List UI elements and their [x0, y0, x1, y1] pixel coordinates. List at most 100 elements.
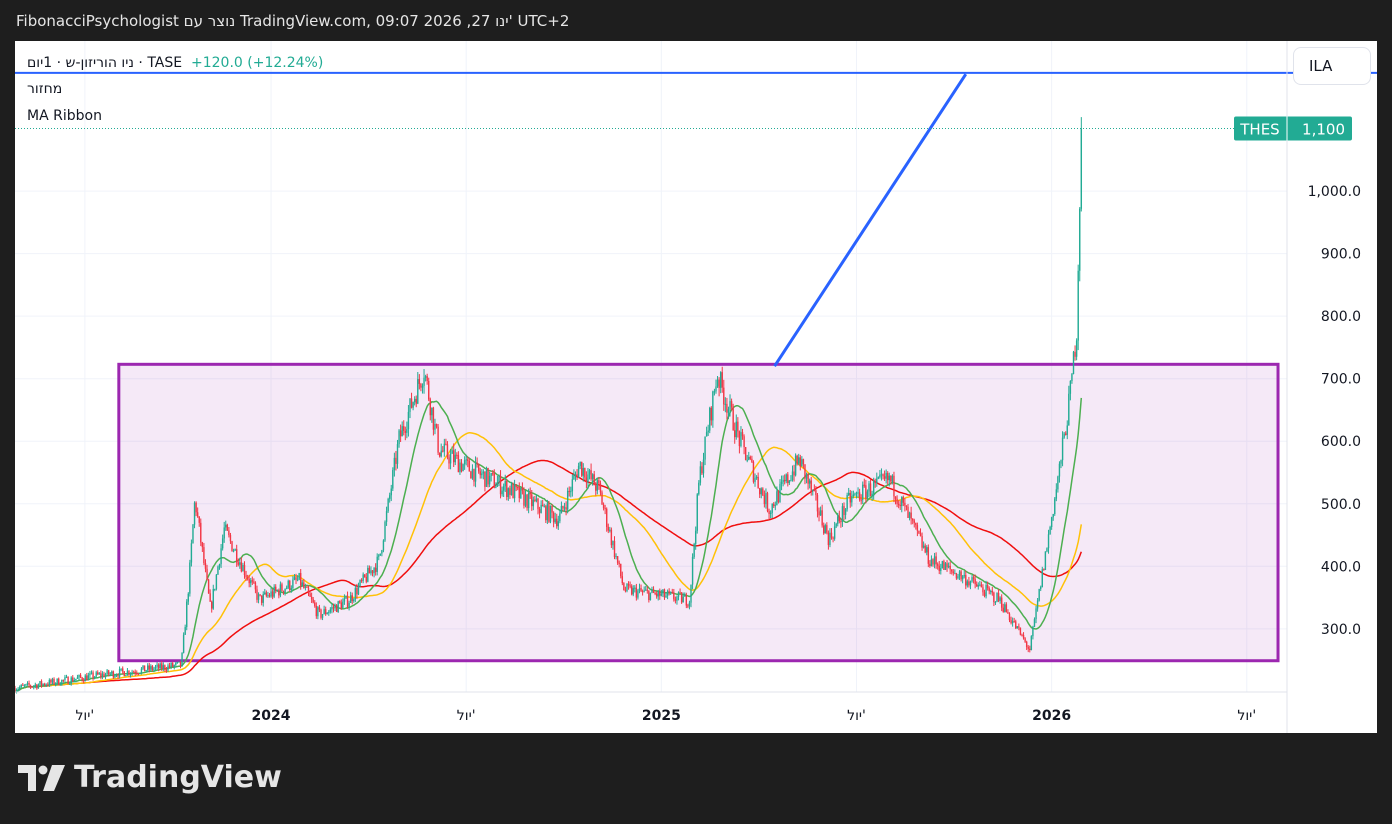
candle-body — [493, 473, 495, 488]
candle-body — [805, 474, 808, 479]
price-tag-symbol: THES — [1239, 121, 1279, 139]
candle-body — [723, 387, 725, 405]
candle-body — [459, 462, 461, 473]
candle-body — [808, 480, 811, 484]
candle-body — [59, 684, 61, 686]
currency-button[interactable]: ILA — [1293, 47, 1371, 85]
candle-body — [771, 503, 773, 513]
candle-body — [373, 567, 375, 574]
price-chart[interactable]: 300.0 400.0 500.0 600.0 700.0 800.0 900.0 1,000… — [15, 41, 1377, 733]
candle-body — [1044, 551, 1047, 570]
candle-body — [200, 522, 202, 543]
candle-body — [40, 681, 43, 686]
candle-body — [193, 502, 196, 525]
candle-body — [82, 680, 85, 682]
candle-body — [724, 403, 727, 405]
price-tick-label: 800.0 — [1321, 309, 1361, 325]
candle-body — [782, 479, 784, 482]
candle-body — [702, 459, 705, 474]
candle-body — [588, 470, 591, 475]
candle-body — [147, 665, 149, 671]
candle-body — [504, 481, 506, 487]
candle-body — [70, 677, 72, 684]
candle-body — [359, 580, 361, 586]
candle-body — [947, 565, 950, 568]
candle-body — [843, 506, 845, 515]
candle-body — [804, 464, 806, 479]
candle-body — [390, 488, 392, 496]
candle-body — [81, 677, 83, 681]
candle-body — [293, 577, 296, 580]
symbol-legend[interactable]: ניו הוריזון-ש · 1יום · TASE +120.0 (+12.… — [27, 55, 323, 71]
candle-body — [477, 463, 480, 472]
candle-body — [50, 679, 52, 683]
candle-body — [545, 506, 547, 521]
candle-body — [1004, 604, 1006, 612]
candle-body — [1063, 433, 1065, 438]
candle-body — [826, 525, 828, 533]
candle-body — [421, 385, 424, 388]
candle-body — [1077, 270, 1079, 341]
candle-body — [78, 674, 80, 678]
candle-body — [974, 579, 976, 585]
candle-body — [866, 491, 869, 499]
candle-body — [235, 549, 238, 563]
candle-body — [752, 461, 755, 482]
candle-body — [935, 556, 937, 565]
candle-body — [18, 687, 21, 690]
candle-body — [766, 493, 769, 512]
candle-body — [106, 670, 108, 675]
candle-body — [709, 407, 711, 431]
candle-body — [940, 568, 942, 572]
candle-body — [637, 590, 639, 598]
candle-body — [156, 664, 158, 667]
candle-body — [412, 402, 414, 408]
candle-body — [958, 571, 961, 577]
candle-body — [646, 589, 648, 591]
candle-body — [86, 675, 88, 681]
candle-body — [97, 672, 99, 675]
candle-body — [1011, 621, 1014, 624]
candle-body — [955, 573, 958, 579]
candle-body — [76, 677, 79, 679]
price-tag-value: 1,100 — [1302, 121, 1345, 139]
candle-body — [757, 476, 759, 489]
candle-body — [65, 676, 68, 678]
time-tick-label: יול' — [75, 708, 94, 724]
candle-body — [234, 549, 236, 551]
candle-body — [150, 666, 152, 670]
candle-body — [321, 614, 324, 618]
candle-body — [340, 602, 342, 609]
candle-body — [349, 595, 352, 603]
candle-body — [707, 430, 709, 433]
candle-body — [295, 577, 297, 580]
candle-body — [604, 508, 606, 510]
candle-body — [240, 562, 243, 572]
candle-body — [26, 682, 29, 685]
candle-body — [418, 379, 421, 384]
candle-body — [253, 581, 255, 583]
candle-body — [304, 586, 307, 588]
candle-body — [496, 482, 499, 487]
candle-body — [921, 536, 923, 548]
candle-body — [139, 673, 141, 675]
candle-body — [87, 675, 90, 681]
candle-body — [798, 457, 800, 464]
candle-body — [862, 484, 864, 500]
candle-body — [655, 593, 658, 597]
candle-body — [790, 480, 792, 482]
indicator-volume[interactable]: מחזור — [27, 81, 62, 97]
candle-body — [409, 398, 411, 412]
candle-body — [98, 673, 101, 675]
range-rectangle — [117, 362, 1280, 663]
symbol-title: ניו הוריזון-ש · 1יום · TASE — [27, 55, 183, 71]
candle-body — [1049, 526, 1051, 535]
candle-body — [485, 468, 488, 487]
candle-body — [161, 663, 163, 669]
indicator-ma-ribbon[interactable]: MA Ribbon — [27, 108, 102, 124]
candle-body — [660, 593, 663, 596]
candle-body — [431, 407, 433, 416]
chart-frame[interactable]: 300.0 400.0 500.0 600.0 700.0 800.0 900.0 1,000… — [15, 41, 1377, 733]
candle-body — [699, 466, 702, 483]
candle-body — [332, 607, 335, 609]
